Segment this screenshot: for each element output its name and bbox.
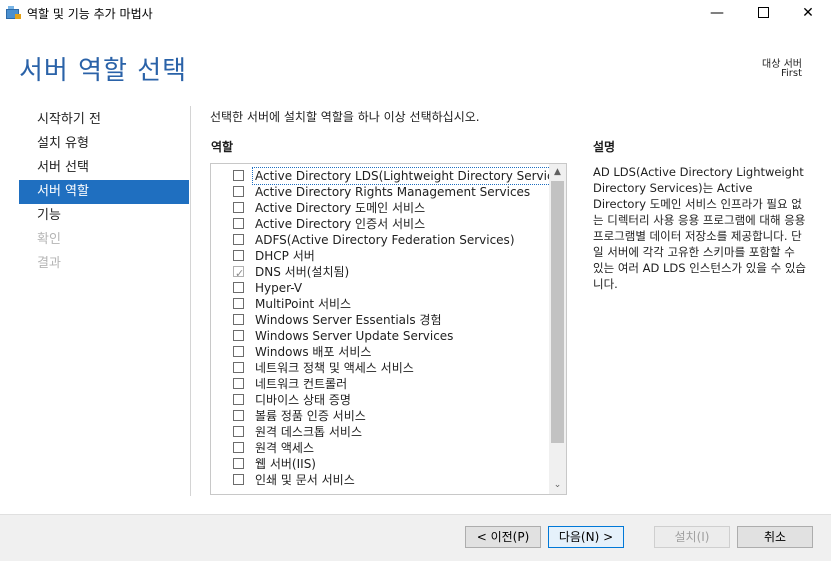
- previous-button[interactable]: < 이전(P): [465, 526, 541, 548]
- role-label: 네트워크 컨트롤러: [255, 377, 348, 391]
- nav-item[interactable]: 시작하기 전: [19, 108, 189, 132]
- nav-item[interactable]: 서버 선택: [19, 156, 189, 180]
- role-checkbox[interactable]: [233, 410, 244, 421]
- role-label: Active Directory 인증서 서비스: [255, 217, 426, 231]
- cancel-button[interactable]: 취소: [737, 526, 813, 548]
- role-checkbox[interactable]: [233, 394, 244, 405]
- scroll-down-icon[interactable]: ⌄: [549, 477, 566, 494]
- role-label: 인쇄 및 문서 서비스: [255, 473, 355, 487]
- role-label: DHCP 서버: [255, 249, 315, 263]
- role-label: Hyper-V: [255, 281, 303, 295]
- role-checkbox[interactable]: [233, 234, 244, 245]
- scroll-up-icon[interactable]: ▲: [549, 164, 566, 181]
- wizard-navigation: 시작하기 전 설치 유형 서버 선택 서버 역할 기능확인결과: [19, 108, 189, 276]
- role-checkbox[interactable]: [233, 378, 244, 389]
- nav-item[interactable]: 기능: [19, 204, 189, 228]
- scroll-thumb[interactable]: [551, 181, 564, 443]
- roles-header: 역할: [211, 140, 234, 154]
- nav-item[interactable]: 서버 역할: [19, 180, 189, 204]
- role-checkbox[interactable]: [233, 186, 244, 197]
- role-checkbox[interactable]: [233, 218, 244, 229]
- role-checkbox[interactable]: [233, 330, 244, 341]
- role-checkbox[interactable]: [233, 346, 244, 357]
- role-checkbox[interactable]: [233, 458, 244, 469]
- role-checkbox[interactable]: [233, 314, 244, 325]
- role-checkbox[interactable]: [233, 442, 244, 453]
- instruction-text: 선택한 서버에 설치할 역할을 하나 이상 선택하십시오.: [210, 110, 480, 124]
- role-label: Active Directory Rights Management Servi…: [255, 185, 531, 199]
- nav-item: 결과: [37, 256, 61, 271]
- role-label: 원격 액세스: [255, 441, 315, 455]
- role-checkbox[interactable]: [233, 202, 244, 213]
- role-checkbox[interactable]: ✓: [233, 266, 244, 280]
- roles-scrollbar[interactable]: ▲ ⌄: [549, 164, 566, 494]
- nav-item[interactable]: 설치 유형: [19, 132, 189, 156]
- role-description: AD LDS(Active Directory Lightweight Dire…: [593, 165, 810, 291]
- role-label: Active Directory LDS(Lightweight Directo…: [252, 167, 566, 185]
- maximize-icon: [757, 6, 769, 18]
- close-button[interactable]: ✕: [785, 0, 831, 26]
- roles-list[interactable]: 인쇄 및 문서 서비스 웹 서버(IIS) 원격 액세스 원격 데스크톱 서비스 볼륨 …: [210, 163, 567, 495]
- minimize-button[interactable]: —: [694, 0, 740, 26]
- role-label: ADFS(Active Directory Federation Service…: [255, 233, 515, 247]
- role-checkbox[interactable]: [233, 250, 244, 261]
- nav-item: 확인: [37, 232, 61, 247]
- maximize-button[interactable]: [740, 0, 786, 26]
- description-header: 설명: [593, 140, 616, 154]
- role-checkbox[interactable]: [233, 362, 244, 373]
- role-label: Windows 배포 서비스: [255, 345, 372, 359]
- role-label: 네트워크 정책 및 액세스 서비스: [255, 361, 414, 375]
- checkmark-icon: ✓: [235, 267, 245, 280]
- role-label: Windows Server Essentials 경험: [255, 313, 442, 327]
- role-label: MultiPoint 서비스: [255, 297, 352, 311]
- role-checkbox[interactable]: [233, 474, 244, 485]
- role-checkbox[interactable]: [233, 426, 244, 437]
- role-label: DNS 서버(설치됨): [255, 265, 350, 279]
- role-label: 볼륨 정품 인증 서비스: [255, 409, 366, 423]
- window-title: 역할 및 기능 추가 마법사: [27, 7, 153, 21]
- title-bar: 역할 및 기능 추가 마법사 — ✕: [0, 0, 831, 26]
- install-button[interactable]: 설치(I): [654, 526, 730, 548]
- destination-server-name: First: [780, 68, 802, 79]
- role-label: 웹 서버(IIS): [255, 457, 316, 471]
- server-manager-icon: [6, 6, 21, 19]
- role-checkbox[interactable]: [233, 170, 244, 181]
- role-label: 원격 데스크톱 서비스: [255, 425, 362, 439]
- role-label: 디바이스 상태 증명: [255, 393, 351, 407]
- role-label: Active Directory 도메인 서비스: [255, 201, 426, 215]
- role-checkbox[interactable]: [233, 282, 244, 293]
- role-label: Windows Server Update Services: [255, 329, 454, 343]
- role-checkbox[interactable]: [233, 298, 244, 309]
- nav-divider: [190, 106, 191, 496]
- next-button[interactable]: 다음(N) >: [548, 526, 624, 548]
- page-title: 서버 역할 선택: [19, 56, 188, 86]
